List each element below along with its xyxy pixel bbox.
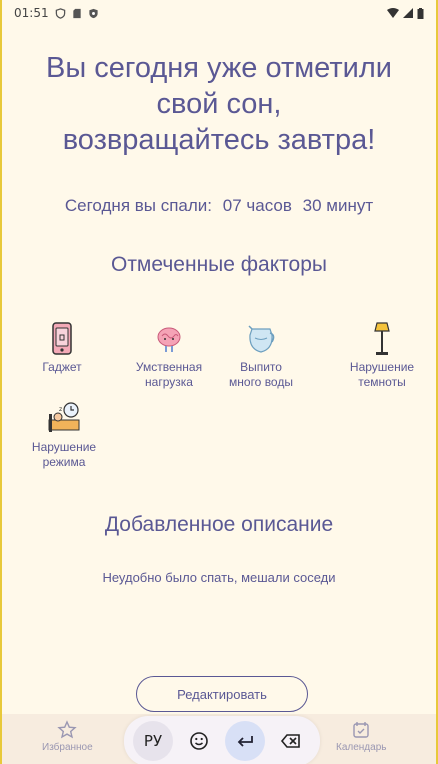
nav-calendar-label: Календарь xyxy=(336,742,387,753)
vpn-shield-icon xyxy=(88,8,98,18)
headline-line-3: возвращайтесь завтра! xyxy=(62,124,376,156)
sleep-schedule-icon: z xyxy=(48,402,80,432)
signal-icon xyxy=(403,8,413,18)
app-screen: 01:51 Вы сегодня уже отметили свой сон, … xyxy=(0,0,438,764)
language-key[interactable]: РУ xyxy=(133,721,173,761)
description-text: Неудобно было спать, мешали соседи xyxy=(102,570,336,585)
sleep-duration: Сегодня вы спали: 07 часов 30 минут xyxy=(2,196,436,216)
description-title: Добавленное описание xyxy=(104,513,334,536)
sleep-duration-label: Сегодня вы спали: xyxy=(64,196,213,215)
edit-button[interactable]: Редактировать xyxy=(136,676,308,712)
sd-card-icon xyxy=(72,8,81,18)
backspace-icon xyxy=(280,734,300,748)
emoji-key[interactable] xyxy=(179,721,219,761)
status-bar: 01:51 xyxy=(2,0,436,26)
svg-text:z: z xyxy=(59,406,62,413)
sleep-minutes: 30 минут xyxy=(302,196,374,215)
factor-label-line-2: много воды xyxy=(229,375,293,389)
factor-gadget: Гаджет xyxy=(12,322,112,375)
factor-label-line-1: Нарушение xyxy=(349,360,415,374)
factor-much-water: Выпито много воды xyxy=(211,322,311,390)
sleep-hours: 07 часов xyxy=(222,196,292,215)
calendar-icon xyxy=(353,722,369,738)
battery-icon xyxy=(417,7,424,19)
nav-favorites[interactable]: Избранное xyxy=(42,720,93,753)
factor-label-line-2: темноты xyxy=(358,375,406,389)
floor-lamp-icon xyxy=(374,322,390,355)
enter-key[interactable] xyxy=(225,721,265,761)
brain-icon xyxy=(157,327,181,352)
nav-calendar[interactable]: Календарь xyxy=(336,720,386,753)
phone-icon xyxy=(52,322,72,355)
factor-darkness-violation: Нарушение темноты xyxy=(332,322,432,390)
factor-label-line-1: Выпито xyxy=(240,360,282,374)
smiley-icon xyxy=(190,732,208,750)
factor-mental-load: Умственная нагрузка xyxy=(119,322,219,390)
factor-label-line-2: режима xyxy=(42,455,86,469)
factor-label-line-1: Нарушение xyxy=(31,440,97,454)
water-jug-icon xyxy=(248,325,275,353)
factors-title: Отмеченные факторы xyxy=(110,253,327,276)
factor-label: Гаджет xyxy=(42,360,82,374)
star-icon xyxy=(57,720,78,739)
headline-line-1: Вы сегодня уже отметили xyxy=(46,52,392,84)
nav-favorites-label: Избранное xyxy=(42,742,93,753)
shield-icon xyxy=(55,7,65,19)
already-logged-message: Вы сегодня уже отметили свой сон, возвра… xyxy=(2,50,436,158)
keyboard-toolbar: РУ xyxy=(124,716,320,764)
backspace-key[interactable] xyxy=(271,721,311,761)
factor-label-line-1: Умственная xyxy=(135,360,203,374)
wifi-icon xyxy=(387,8,399,18)
enter-arrow-icon xyxy=(237,736,253,747)
factor-label-line-2: нагрузка xyxy=(145,375,193,389)
headline-line-2: свой сон, xyxy=(156,88,282,120)
status-time: 01:51 xyxy=(14,6,49,20)
factor-schedule-violation: z Нарушение режима xyxy=(14,402,114,470)
